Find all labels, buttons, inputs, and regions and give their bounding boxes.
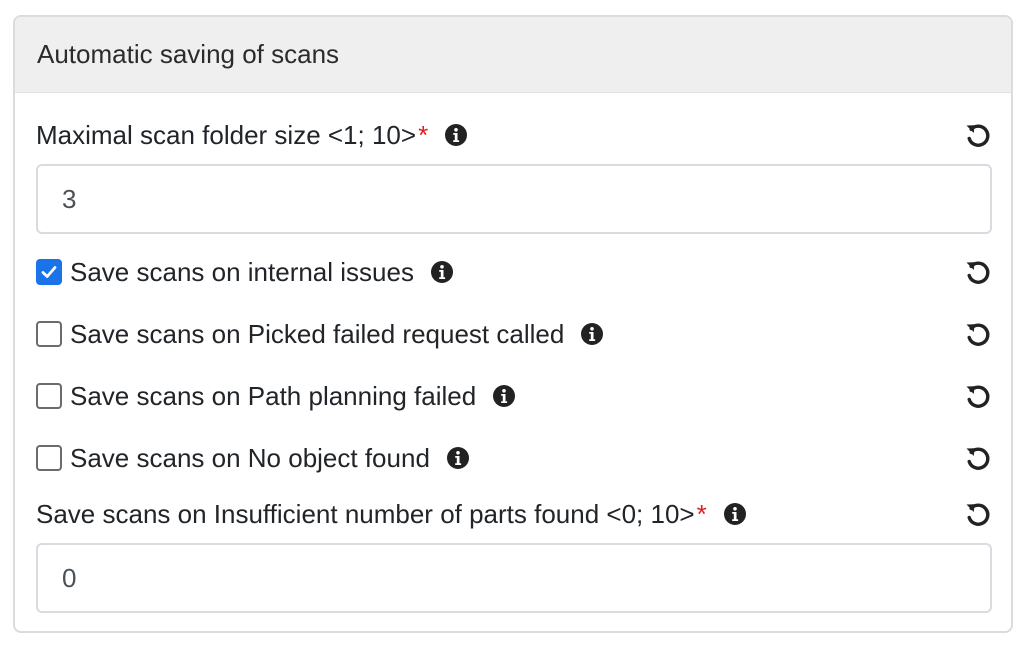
max-folder-size-label-text: Maximal scan folder size <1; 10> bbox=[36, 119, 417, 150]
checkbox-row-internal-issues: Save scans on internal issues bbox=[15, 254, 1011, 290]
undo-icon[interactable] bbox=[963, 120, 993, 150]
info-circle-icon[interactable] bbox=[446, 446, 470, 470]
undo-icon[interactable] bbox=[963, 499, 993, 529]
insufficient-parts-label-text: Save scans on Insufficient number of par… bbox=[36, 498, 695, 529]
info-circle-icon[interactable] bbox=[444, 123, 468, 147]
checkmark-icon bbox=[41, 266, 57, 278]
undo-icon[interactable] bbox=[963, 443, 993, 473]
undo-icon[interactable] bbox=[963, 257, 993, 287]
max-folder-size-input[interactable] bbox=[36, 164, 992, 234]
card-header: Automatic saving of scans bbox=[15, 17, 1011, 93]
checkbox-label-text: Save scans on Path planning failed bbox=[70, 380, 477, 411]
checkbox-label: Save scans on No object found bbox=[70, 443, 470, 474]
insufficient-parts-label: Save scans on Insufficient number of par… bbox=[36, 499, 747, 530]
checkbox-row-path-planning: Save scans on Path planning failed bbox=[15, 378, 1011, 414]
checkbox-label-text: Save scans on No object found bbox=[70, 442, 430, 473]
required-asterisk: * bbox=[696, 498, 707, 529]
checkbox-no-object[interactable] bbox=[36, 445, 62, 471]
checkbox-label-text: Save scans on Picked failed request call… bbox=[70, 318, 565, 349]
checkbox-picked-failed[interactable] bbox=[36, 321, 62, 347]
info-circle-icon[interactable] bbox=[430, 260, 454, 284]
checkbox-label-text: Save scans on internal issues bbox=[70, 256, 414, 287]
max-folder-size-row: Maximal scan folder size <1; 10> * bbox=[15, 117, 1011, 153]
info-circle-icon[interactable] bbox=[580, 322, 604, 346]
checkbox-label: Save scans on Picked failed request call… bbox=[70, 319, 604, 350]
checkbox-label: Save scans on Path planning failed bbox=[70, 381, 516, 412]
required-asterisk: * bbox=[418, 119, 429, 150]
info-circle-icon[interactable] bbox=[723, 502, 747, 526]
checkbox-row-picked-failed: Save scans on Picked failed request call… bbox=[15, 316, 1011, 352]
insufficient-parts-input[interactable] bbox=[36, 543, 992, 613]
checkbox-label: Save scans on internal issues bbox=[70, 257, 454, 288]
insufficient-parts-row: Save scans on Insufficient number of par… bbox=[15, 496, 1011, 532]
max-folder-size-label: Maximal scan folder size <1; 10> * bbox=[36, 120, 468, 151]
card-title: Automatic saving of scans bbox=[37, 39, 340, 69]
auto-save-card: Automatic saving of scans Maximal scan f… bbox=[13, 15, 1013, 633]
checkbox-row-no-object: Save scans on No object found bbox=[15, 440, 1011, 476]
undo-icon[interactable] bbox=[963, 381, 993, 411]
checkbox-internal-issues[interactable] bbox=[36, 259, 62, 285]
checkbox-path-planning[interactable] bbox=[36, 383, 62, 409]
info-circle-icon[interactable] bbox=[492, 384, 516, 408]
undo-icon[interactable] bbox=[963, 319, 993, 349]
